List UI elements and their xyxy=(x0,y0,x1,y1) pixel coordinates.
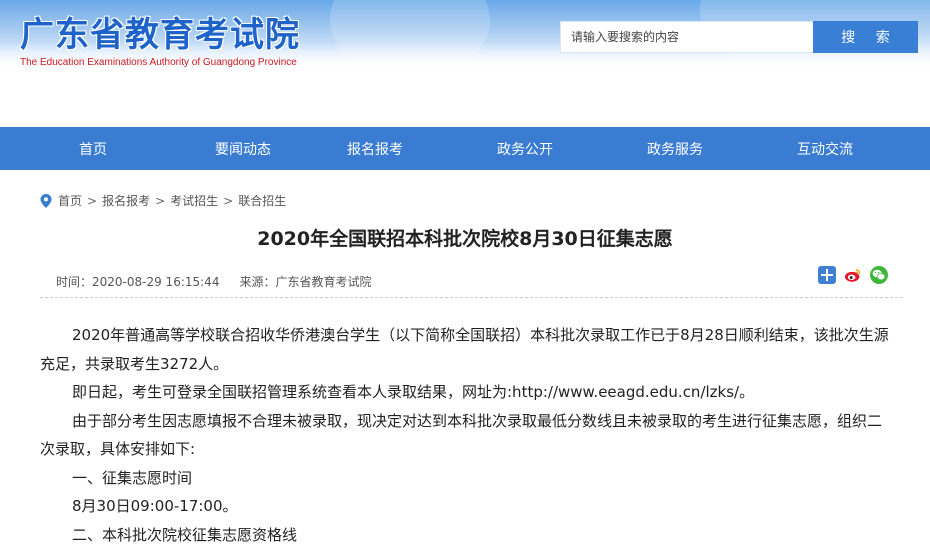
location-pin-icon xyxy=(40,193,52,208)
meta-divider xyxy=(40,297,903,298)
breadcrumb-separator: > xyxy=(87,193,98,208)
publish-time: 时间：2020-08-29 16:15:44 xyxy=(56,275,220,289)
breadcrumb-joint-enrollment[interactable]: 联合招生 xyxy=(238,192,286,209)
site-logo[interactable]: 广东省教育考试院 The Education Examinations Auth… xyxy=(20,15,300,68)
nav-item-registration[interactable]: 报名报考 xyxy=(300,127,450,170)
weibo-icon[interactable] xyxy=(844,266,862,284)
article-body: 2020年普通高等学校联合招收华侨港澳台学生（以下简称全国联招）本科批次录取工作… xyxy=(40,321,890,549)
article-title: 2020年全国联招本科批次院校8月30日征集志愿 xyxy=(257,228,673,250)
article-paragraph: 一、征集志愿时间 xyxy=(72,468,193,487)
nav-item-home[interactable]: 首页 xyxy=(0,127,186,170)
nav-item-news[interactable]: 要闻动态 xyxy=(186,127,300,170)
site-title: 广东省教育考试院 xyxy=(20,15,300,55)
nav-item-public-affairs[interactable]: 政务公开 xyxy=(450,127,600,170)
site-subtitle: The Education Examinations Authority of … xyxy=(20,57,297,68)
breadcrumb: 首页 > 报名报考 > 考试招生 > 联合招生 xyxy=(40,192,286,209)
search-bar: 搜 索 xyxy=(560,21,918,53)
article-paragraph: 二、本科批次院校征集志愿资格线 xyxy=(72,525,298,544)
breadcrumb-separator: > xyxy=(223,193,234,208)
article-paragraph: 即日起，考生可登录全国联招管理系统查看本人录取结果，网址为:http://www… xyxy=(72,383,755,401)
wechat-icon[interactable] xyxy=(870,266,888,284)
article-source: 来源：广东省教育考试院 xyxy=(239,275,372,289)
share-bar xyxy=(818,266,888,284)
breadcrumb-separator: > xyxy=(155,193,166,208)
article-paragraph: 由于部分考生因志愿填报不合理未被录取，现决定对达到本科批次录取最低分数线且未被录… xyxy=(40,411,883,459)
article-paragraph: 2020年普通高等学校联合招收华侨港澳台学生（以下简称全国联招）本科批次录取工作… xyxy=(40,326,889,373)
breadcrumb-home[interactable]: 首页 xyxy=(58,192,82,209)
search-button[interactable]: 搜 索 xyxy=(813,21,918,53)
plus-share-icon[interactable] xyxy=(818,266,836,284)
breadcrumb-registration[interactable]: 报名报考 xyxy=(102,192,150,209)
site-header: 广东省教育考试院 The Education Examinations Auth… xyxy=(0,0,930,127)
nav-item-interaction[interactable]: 互动交流 xyxy=(750,127,900,170)
nav-item-gov-services[interactable]: 政务服务 xyxy=(600,127,750,170)
article-meta: 时间：2020-08-29 16:15:44 来源：广东省教育考试院 xyxy=(56,273,371,290)
search-input[interactable] xyxy=(560,21,813,53)
main-nav: 首页 要闻动态 报名报考 政务公开 政务服务 互动交流 xyxy=(0,127,930,170)
breadcrumb-exam-enrollment[interactable]: 考试招生 xyxy=(170,192,218,209)
article-paragraph: 8月30日09:00-17:00。 xyxy=(72,497,238,515)
